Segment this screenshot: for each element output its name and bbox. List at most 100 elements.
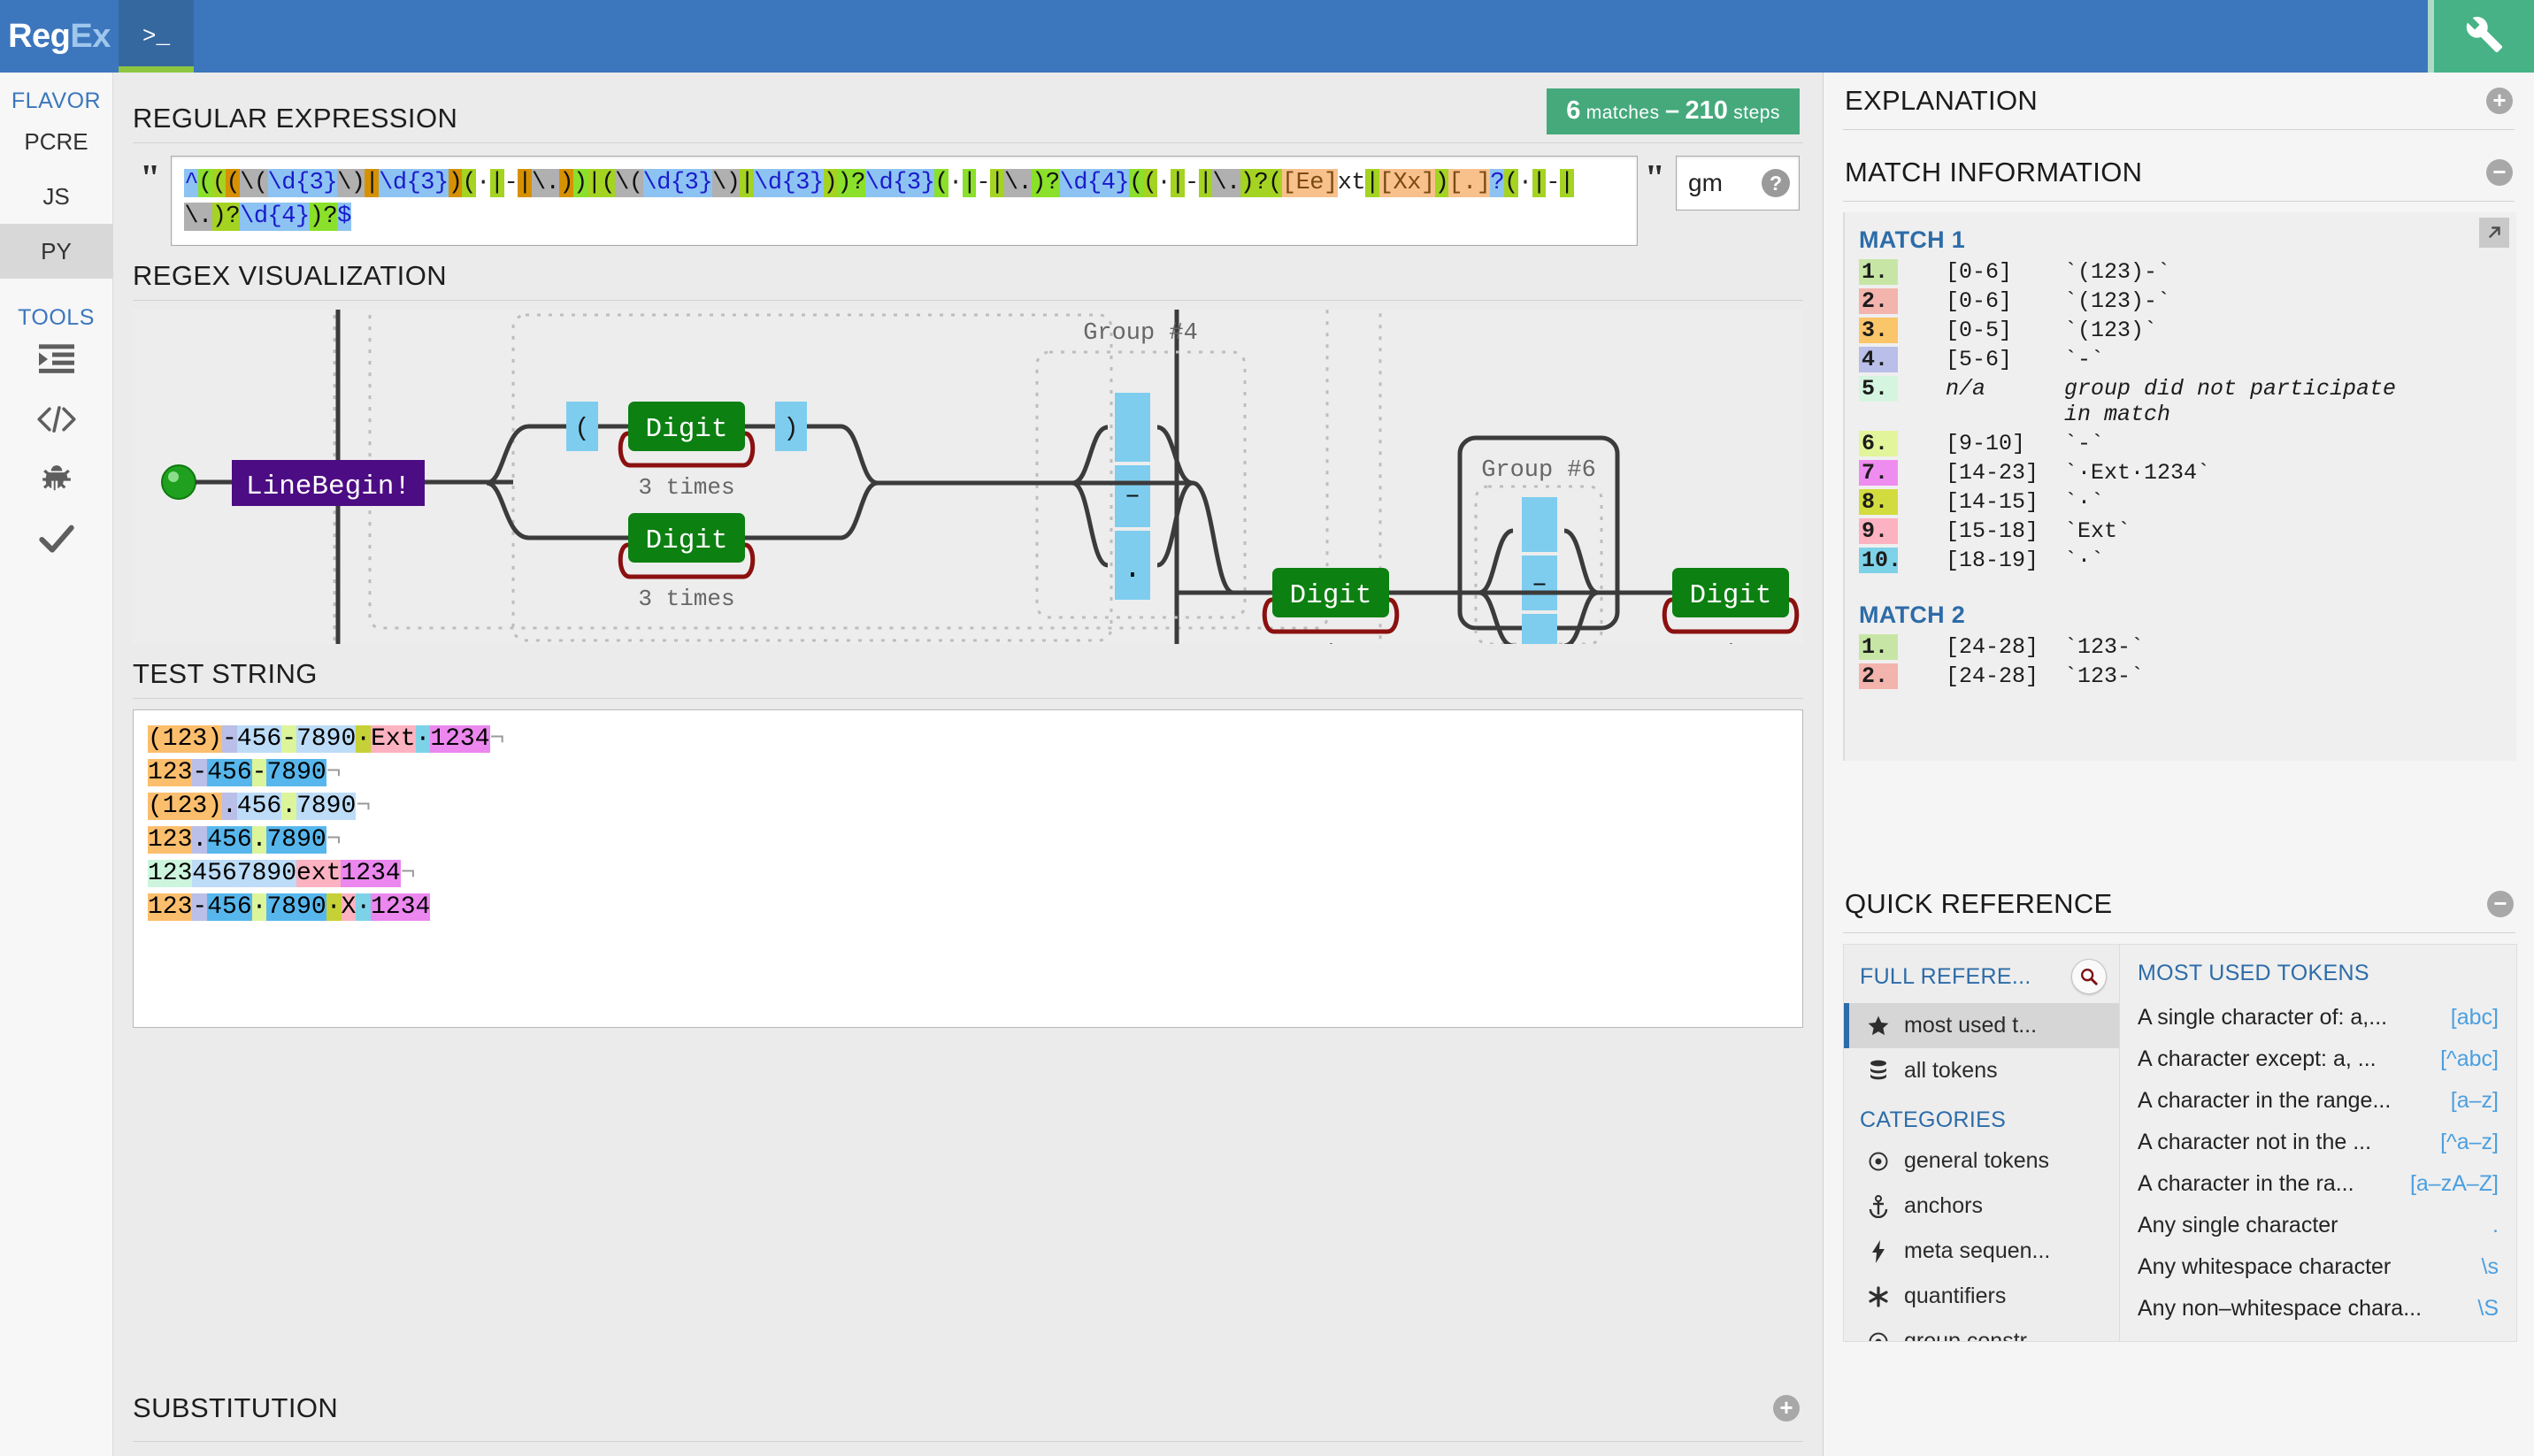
quick-reference-tokens: MOST USED TOKENS A single character of: … bbox=[2120, 945, 2516, 1341]
embed-code-icon bbox=[36, 405, 76, 438]
qref-category-quantifiers[interactable]: quantifiers bbox=[1844, 1274, 2119, 1319]
explanation-header[interactable]: EXPLANATION + bbox=[1824, 73, 2534, 129]
regex-token: | bbox=[740, 169, 755, 197]
test-string-segment: - bbox=[222, 725, 237, 753]
regex-token: | bbox=[990, 169, 1004, 197]
regex-token: · bbox=[1517, 170, 1532, 196]
quick-reference-token-row[interactable]: Any non–whitespace chara... \S bbox=[2132, 1288, 2504, 1330]
regex-token: \( bbox=[240, 169, 268, 197]
regex-token: \d{3} bbox=[864, 169, 935, 197]
svg-text:–: – bbox=[1125, 481, 1140, 511]
regex-token: ( bbox=[211, 169, 227, 197]
open-quote: " bbox=[140, 158, 161, 199]
group-index: 8. bbox=[1859, 489, 1898, 515]
qref-category-group-constructs[interactable]: group constr... bbox=[1844, 1319, 2119, 1341]
question-mark-icon[interactable]: ? bbox=[1762, 169, 1790, 197]
match-information-header[interactable]: MATCH INFORMATION − bbox=[1824, 144, 2534, 201]
regex-token: - bbox=[1184, 170, 1199, 196]
minus-circle-icon[interactable]: − bbox=[2486, 159, 2513, 186]
match-group-row: 7. [14-23] `·Ext·1234` bbox=[1845, 458, 2516, 487]
tool-code-generator[interactable] bbox=[0, 331, 113, 391]
quick-reference-token-row[interactable]: Any digit \d bbox=[2132, 1330, 2504, 1341]
quick-reference-token-row[interactable]: Any whitespace character \s bbox=[2132, 1246, 2504, 1288]
test-string-segment: 7890 bbox=[266, 826, 326, 854]
tool-debugger[interactable] bbox=[0, 451, 113, 511]
tool-embed-code[interactable] bbox=[0, 391, 113, 451]
qref-category-meta-sequences[interactable]: meta sequen... bbox=[1844, 1229, 2119, 1274]
group-range: [18-19] bbox=[1946, 548, 2039, 573]
match-group-row: 1. [0-6] `(123)-` bbox=[1845, 257, 2516, 287]
match-spacer bbox=[1845, 691, 2516, 710]
test-string-segment: · bbox=[356, 725, 372, 753]
regex-token: )? bbox=[1240, 169, 1269, 197]
test-string-header-divider bbox=[133, 698, 1803, 699]
test-string-line: 1234567890ext1234¬ bbox=[148, 857, 1788, 891]
quick-reference-token-row[interactable]: A character in the range... [a–z] bbox=[2132, 1080, 2504, 1122]
tab-console[interactable]: >_ bbox=[119, 0, 194, 73]
test-string-segment: 123 bbox=[148, 860, 193, 887]
qref-nav-all-tokens[interactable]: all tokens bbox=[1844, 1048, 2119, 1093]
match-group-row: 9. [15-18] `Ext` bbox=[1845, 517, 2516, 546]
match-group-row: 2. [0-6] `(123)-` bbox=[1845, 287, 2516, 316]
match-information-list[interactable]: MATCH 1 1. [0-6] `(123)-` 2. [0-6] `(123)-` 3. [… bbox=[1843, 212, 2516, 761]
substitution-header: SUBSTITUTION + bbox=[113, 1383, 1823, 1433]
flags-input[interactable]: gm ? bbox=[1676, 156, 1800, 211]
app-logo[interactable]: Reg Ex bbox=[0, 0, 119, 73]
quantifier-label-1: 3 times bbox=[638, 474, 734, 501]
flavor-item-js[interactable]: JS bbox=[0, 169, 113, 224]
test-string-segment: - bbox=[281, 725, 297, 753]
magnifier-icon[interactable] bbox=[2071, 959, 2107, 994]
flavor-item-pcre[interactable]: PCRE bbox=[0, 114, 113, 169]
quick-reference-title: QUICK REFERENCE bbox=[1845, 888, 2113, 919]
quick-reference-token-row[interactable]: A character in the ra... [a–zA–Z] bbox=[2132, 1163, 2504, 1205]
qref-nav-most-used-tokens[interactable]: most used t... bbox=[1844, 1003, 2119, 1048]
regex-token: | bbox=[1171, 169, 1185, 197]
plus-circle-icon[interactable]: + bbox=[2486, 88, 2513, 114]
regex-token: ( bbox=[934, 169, 948, 197]
flavor-item-py[interactable]: PY bbox=[0, 224, 113, 279]
regex-token: \d{4} bbox=[240, 203, 310, 231]
regex-token: xt bbox=[1337, 170, 1366, 196]
regex-visualization[interactable]: Group #3 Group #4 LineBegin! ( Digit 3 t… bbox=[133, 310, 1803, 644]
svg-text:(: ( bbox=[574, 414, 589, 443]
lightning-icon bbox=[1865, 1239, 1892, 1263]
test-string-input[interactable]: (123)-456-7890·Ext·1234¬ 123-456-7890¬ (12… bbox=[133, 709, 1803, 1028]
qref-category-general-tokens[interactable]: general tokens bbox=[1844, 1138, 2119, 1184]
regex-token: | bbox=[518, 169, 532, 197]
group-range: [5-6] bbox=[1946, 347, 2013, 372]
regex-token: \d{3} bbox=[379, 169, 449, 197]
test-string-segment: 123 bbox=[148, 826, 193, 854]
quick-reference-token-row[interactable]: A character not in the ... [^a–z] bbox=[2132, 1122, 2504, 1163]
regex-token: [.] bbox=[1448, 169, 1491, 197]
tool-unit-tests[interactable] bbox=[0, 511, 113, 571]
flags-value: gm bbox=[1688, 169, 1723, 196]
expand-arrow-icon[interactable] bbox=[2479, 218, 2509, 248]
token-syntax: . bbox=[2492, 1213, 2499, 1238]
qref-category-anchors[interactable]: anchors bbox=[1844, 1184, 2119, 1229]
test-string-segment: 456 bbox=[207, 893, 252, 921]
group-index: 5. bbox=[1859, 376, 1898, 402]
full-reference-row[interactable]: FULL REFERE... bbox=[1844, 945, 2119, 1003]
plus-circle-icon[interactable]: + bbox=[1773, 1395, 1800, 1422]
token-syntax: [a–z] bbox=[2450, 1088, 2499, 1113]
newline-glyph: ¬ bbox=[326, 759, 342, 786]
regex-token: - bbox=[976, 170, 991, 196]
token-description: Any single character bbox=[2138, 1213, 2338, 1238]
group-value: group did not participate in match bbox=[2064, 376, 2397, 427]
settings-button[interactable] bbox=[2428, 0, 2534, 73]
section-title-regex: REGULAR EXPRESSION bbox=[133, 103, 458, 134]
regex-input[interactable]: ^(((\(\d{3}\)|\d{3})(·|-|\.))|(\(\d{3}\)… bbox=[171, 156, 1638, 246]
regex-token: \. bbox=[531, 169, 560, 197]
group-range: [0-6] bbox=[1946, 288, 2013, 314]
test-string-segment: - bbox=[192, 759, 208, 786]
console-prompt-icon: >_ bbox=[142, 23, 171, 50]
quick-reference-header[interactable]: QUICK REFERENCE − bbox=[1824, 876, 2534, 932]
section-title-visualization: REGEX VISUALIZATION bbox=[133, 260, 447, 291]
test-string-segment: 123 bbox=[148, 893, 193, 921]
quick-reference-token-row[interactable]: A single character of: a,... [abc] bbox=[2132, 997, 2504, 1038]
svg-text:): ) bbox=[783, 414, 798, 443]
quick-reference-divider bbox=[1843, 932, 2515, 933]
quick-reference-token-row[interactable]: A character except: a, ... [^abc] bbox=[2132, 1038, 2504, 1080]
minus-circle-icon[interactable]: − bbox=[2487, 891, 2514, 917]
quick-reference-token-row[interactable]: Any single character. bbox=[2132, 1205, 2504, 1246]
